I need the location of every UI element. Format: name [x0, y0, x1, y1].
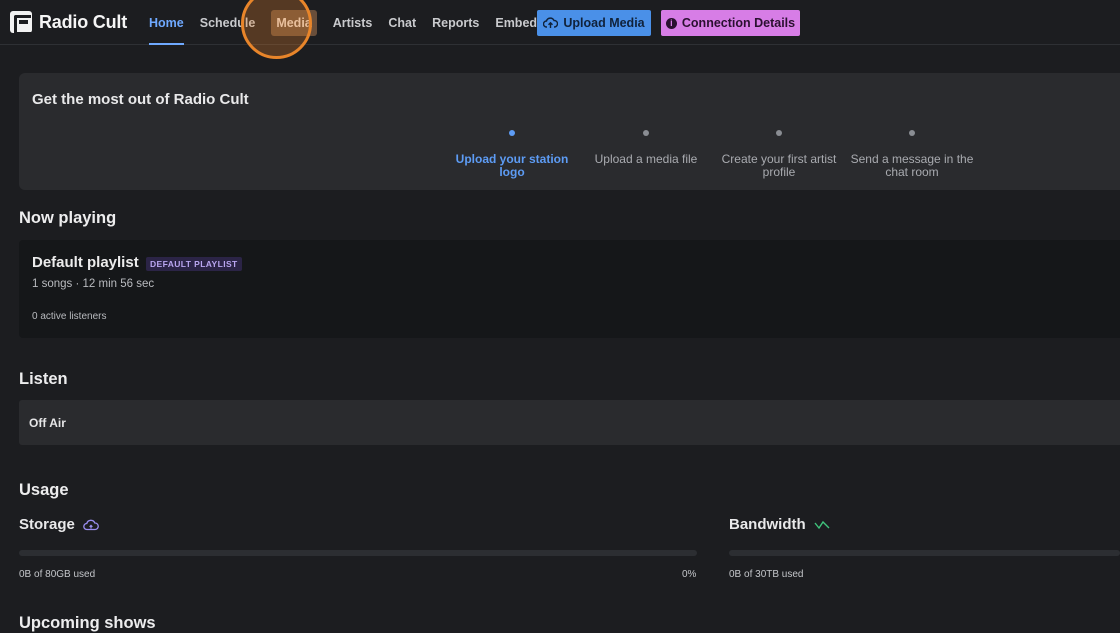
storage-label: Storage	[19, 516, 99, 533]
connection-details-button[interactable]: i Connection Details	[661, 10, 800, 36]
listen-heading: Listen	[19, 370, 68, 388]
onboarding-step-upload-logo[interactable]: Upload your station logo	[445, 130, 579, 179]
radio-cult-logo-icon	[10, 11, 32, 35]
step-dot-icon	[776, 130, 782, 136]
playlist-meta: 1 songs · 12 min 56 sec	[32, 278, 155, 290]
nav-schedule-label: Schedule	[199, 15, 256, 30]
bandwidth-used-text: 0B of 30TB used	[729, 569, 804, 580]
now-playing-card[interactable]: Default playlist DEFAULT PLAYLIST 1 song…	[19, 240, 1120, 338]
step-label: Send a message in the chat room	[850, 152, 974, 179]
nav-reports[interactable]: Reports	[424, 0, 487, 45]
activity-wave-icon	[814, 520, 830, 529]
step-label: Create your first artist profile	[721, 152, 837, 179]
onboarding-title: Get the most out of Radio Cult	[32, 91, 249, 108]
app-logo[interactable]: Radio Cult	[10, 11, 127, 35]
onboarding-step-create-artist[interactable]: Create your first artist profile	[712, 130, 846, 179]
nav-media-label: Media	[271, 9, 317, 36]
nav-artists[interactable]: Artists	[325, 0, 381, 45]
nav-home-label: Home	[149, 15, 184, 30]
step-dot-icon	[509, 130, 515, 136]
listen-player[interactable]: Off Air	[19, 400, 1120, 445]
nav-home[interactable]: Home	[141, 0, 192, 45]
cloud-icon	[83, 519, 99, 530]
storage-label-text: Storage	[19, 516, 75, 533]
playlist-name: Default playlist	[32, 254, 139, 271]
nav-reports-label: Reports	[432, 15, 480, 30]
step-label: Upload your station logo	[455, 152, 569, 179]
onboarding-card: Get the most out of Radio Cult Upload yo…	[19, 73, 1120, 190]
storage-progress-bar	[19, 550, 697, 556]
nav-chat-label: Chat	[388, 15, 417, 30]
now-playing-heading: Now playing	[19, 209, 117, 227]
broadcast-status: Off Air	[29, 416, 66, 430]
connection-details-label: Connection Details	[681, 16, 796, 30]
nav-schedule[interactable]: Schedule	[192, 0, 264, 45]
main-nav: Home Schedule Media Artists Chat Reports…	[141, 0, 552, 45]
onboarding-step-upload-media[interactable]: Upload a media file	[579, 130, 713, 166]
upload-media-button[interactable]: Upload Media	[537, 10, 651, 36]
upload-media-label: Upload Media	[563, 16, 645, 30]
default-playlist-badge: DEFAULT PLAYLIST	[146, 257, 242, 271]
top-navigation-bar: Radio Cult Home Schedule Media Artists C…	[0, 0, 1120, 59]
onboarding-step-chat-message[interactable]: Send a message in the chat room	[845, 130, 979, 179]
step-label: Upload a media file	[594, 152, 698, 166]
nav-artists-label: Artists	[332, 15, 373, 30]
bandwidth-label: Bandwidth	[729, 516, 830, 533]
nav-media[interactable]: Media	[263, 0, 324, 45]
cloud-upload-icon	[543, 17, 559, 28]
app-name: Radio Cult	[39, 11, 127, 32]
step-dot-icon	[909, 130, 915, 136]
bandwidth-progress-bar	[729, 550, 1120, 556]
nav-chat[interactable]: Chat	[380, 0, 424, 45]
storage-used-text: 0B of 80GB used	[19, 569, 96, 580]
step-dot-icon	[643, 130, 649, 136]
active-listeners: 0 active listeners	[32, 311, 107, 322]
usage-heading: Usage	[19, 481, 69, 499]
info-icon: i	[665, 17, 677, 29]
bandwidth-label-text: Bandwidth	[729, 516, 806, 533]
upcoming-shows-heading: Upcoming shows	[19, 614, 156, 632]
storage-percent: 0%	[682, 569, 697, 580]
